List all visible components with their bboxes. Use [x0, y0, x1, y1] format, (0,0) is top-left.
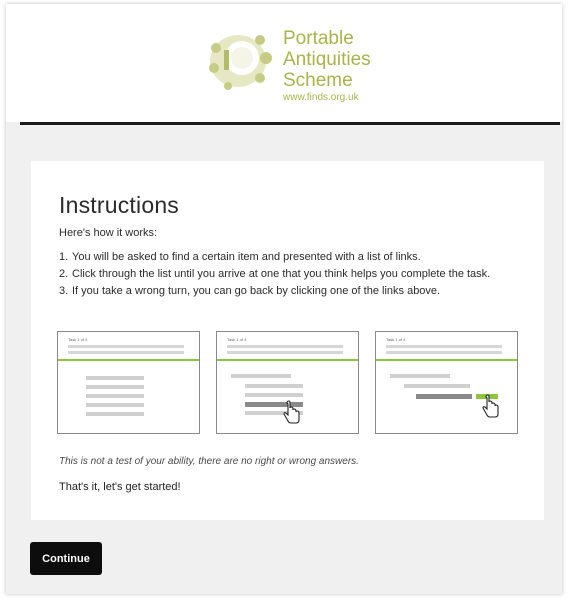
- illustration-go-back: Task 1 of 4: [375, 331, 518, 434]
- start-text: That's it, let's get started!: [59, 481, 181, 493]
- thumb-label: Task 1 of 4: [227, 337, 247, 342]
- reassurance-note: This is not a test of your ability, ther…: [59, 456, 359, 467]
- logo-wordmark[interactable]: Portable Antiquities Scheme: [283, 28, 371, 91]
- logo-url: www.finds.org.uk: [283, 92, 359, 103]
- step-text: Click through the list until you arrive …: [72, 268, 491, 280]
- continue-button[interactable]: Continue: [30, 542, 102, 575]
- steps-list: 1. You will be asked to find a certain i…: [59, 249, 529, 300]
- intro-text: Here's how it works:: [59, 227, 158, 239]
- page-title: Instructions: [59, 192, 180, 218]
- step-number: 2.: [59, 268, 69, 280]
- step-number: 3.: [59, 285, 69, 297]
- step-number: 1.: [59, 251, 69, 263]
- site-header: Portable Antiquities Scheme www.finds.or…: [6, 4, 562, 122]
- illustration-click-link: Task 1 of 4: [216, 331, 359, 434]
- thumb-label: Task 1 of 4: [68, 337, 88, 342]
- step-text: If you take a wrong turn, you can go bac…: [72, 285, 441, 297]
- step-item: 2. Click through the list until you arri…: [59, 266, 529, 283]
- logo-line-1: Portable: [283, 28, 354, 49]
- step-item: 1. You will be asked to find a certain i…: [59, 249, 529, 266]
- instructions-card: Instructions Here's how it works: 1. You…: [31, 161, 544, 520]
- illustration-list-view: Task 1 of 4: [57, 331, 200, 434]
- step-item: 3. If you take a wrong turn, you can go …: [59, 283, 529, 300]
- logo-line-3: Scheme: [283, 70, 353, 91]
- thumb-label: Task 1 of 4: [386, 337, 406, 342]
- header-divider: [20, 122, 560, 125]
- page-frame: Portable Antiquities Scheme www.finds.or…: [6, 4, 562, 594]
- step-text: You will be asked to find a certain item…: [72, 251, 421, 263]
- logo-line-2: Antiquities: [283, 49, 371, 70]
- brooch-emblem-icon: [209, 35, 272, 90]
